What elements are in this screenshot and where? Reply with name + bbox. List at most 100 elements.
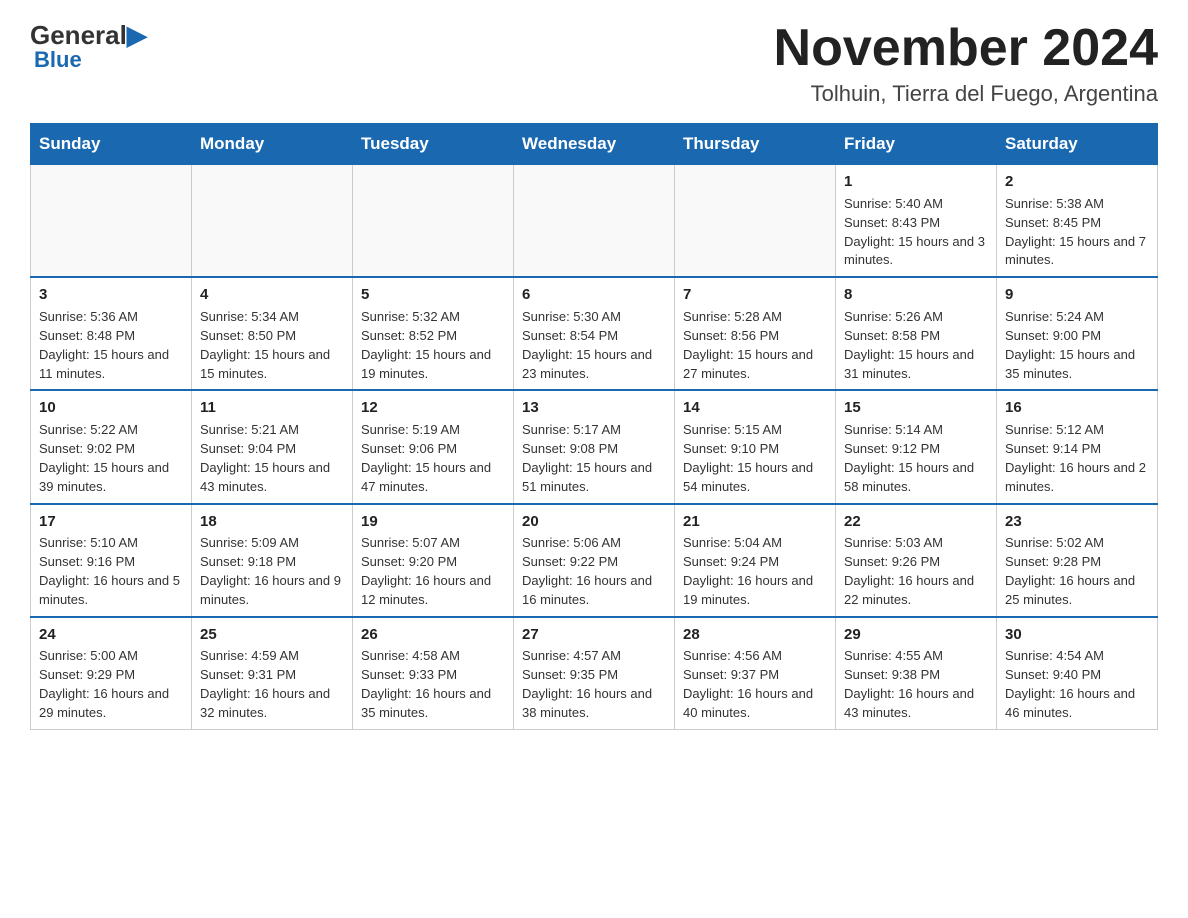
day-info: Sunrise: 5:34 AM (200, 308, 344, 327)
day-info: Sunset: 9:20 PM (361, 553, 505, 572)
day-info: Sunrise: 5:40 AM (844, 195, 988, 214)
calendar-cell: 25Sunrise: 4:59 AMSunset: 9:31 PMDayligh… (192, 617, 353, 730)
calendar-cell: 9Sunrise: 5:24 AMSunset: 9:00 PMDaylight… (997, 277, 1158, 390)
day-info: Daylight: 15 hours and 35 minutes. (1005, 346, 1149, 384)
day-info: Sunrise: 5:22 AM (39, 421, 183, 440)
day-info: Daylight: 15 hours and 23 minutes. (522, 346, 666, 384)
day-info: Sunset: 9:37 PM (683, 666, 827, 685)
day-number: 27 (522, 624, 666, 646)
day-number: 10 (39, 397, 183, 419)
day-info: Daylight: 16 hours and 29 minutes. (39, 685, 183, 723)
day-info: Sunrise: 5:00 AM (39, 647, 183, 666)
calendar-cell: 18Sunrise: 5:09 AMSunset: 9:18 PMDayligh… (192, 504, 353, 617)
day-number: 24 (39, 624, 183, 646)
calendar-cell: 12Sunrise: 5:19 AMSunset: 9:06 PMDayligh… (353, 390, 514, 503)
day-info: Sunset: 9:22 PM (522, 553, 666, 572)
day-number: 7 (683, 284, 827, 306)
day-info: Daylight: 16 hours and 2 minutes. (1005, 459, 1149, 497)
calendar-cell: 11Sunrise: 5:21 AMSunset: 9:04 PMDayligh… (192, 390, 353, 503)
day-info: Sunrise: 5:09 AM (200, 534, 344, 553)
day-number: 3 (39, 284, 183, 306)
day-number: 21 (683, 511, 827, 533)
day-number: 23 (1005, 511, 1149, 533)
day-number: 17 (39, 511, 183, 533)
day-info: Daylight: 15 hours and 3 minutes. (844, 233, 988, 271)
day-info: Sunset: 9:12 PM (844, 440, 988, 459)
logo-blue-text: Blue (34, 47, 82, 73)
calendar-week-row: 1Sunrise: 5:40 AMSunset: 8:43 PMDaylight… (31, 165, 1158, 278)
day-number: 5 (361, 284, 505, 306)
page-header: General ▶ Blue November 2024 Tolhuin, Ti… (30, 20, 1158, 107)
calendar-cell: 1Sunrise: 5:40 AMSunset: 8:43 PMDaylight… (836, 165, 997, 278)
day-number: 6 (522, 284, 666, 306)
day-number: 25 (200, 624, 344, 646)
day-info: Sunrise: 5:10 AM (39, 534, 183, 553)
day-number: 16 (1005, 397, 1149, 419)
calendar-cell (675, 165, 836, 278)
calendar-cell (514, 165, 675, 278)
day-info: Daylight: 16 hours and 16 minutes. (522, 572, 666, 610)
calendar-cell: 2Sunrise: 5:38 AMSunset: 8:45 PMDaylight… (997, 165, 1158, 278)
day-info: Daylight: 15 hours and 47 minutes. (361, 459, 505, 497)
day-info: Sunrise: 4:56 AM (683, 647, 827, 666)
day-number: 18 (200, 511, 344, 533)
calendar-cell: 19Sunrise: 5:07 AMSunset: 9:20 PMDayligh… (353, 504, 514, 617)
day-number: 30 (1005, 624, 1149, 646)
day-number: 22 (844, 511, 988, 533)
calendar-cell: 10Sunrise: 5:22 AMSunset: 9:02 PMDayligh… (31, 390, 192, 503)
day-info: Sunrise: 5:32 AM (361, 308, 505, 327)
day-info: Sunset: 9:02 PM (39, 440, 183, 459)
day-info: Daylight: 16 hours and 9 minutes. (200, 572, 344, 610)
day-info: Daylight: 15 hours and 54 minutes. (683, 459, 827, 497)
day-number: 14 (683, 397, 827, 419)
day-info: Sunrise: 4:59 AM (200, 647, 344, 666)
day-info: Sunrise: 5:30 AM (522, 308, 666, 327)
day-number: 11 (200, 397, 344, 419)
day-info: Sunset: 9:16 PM (39, 553, 183, 572)
day-info: Sunset: 9:31 PM (200, 666, 344, 685)
calendar-table: SundayMondayTuesdayWednesdayThursdayFrid… (30, 123, 1158, 730)
calendar-cell: 28Sunrise: 4:56 AMSunset: 9:37 PMDayligh… (675, 617, 836, 730)
day-info: Sunset: 8:58 PM (844, 327, 988, 346)
day-number: 8 (844, 284, 988, 306)
day-info: Daylight: 16 hours and 22 minutes. (844, 572, 988, 610)
weekday-header-wednesday: Wednesday (514, 124, 675, 165)
day-info: Sunrise: 5:02 AM (1005, 534, 1149, 553)
day-info: Sunset: 9:10 PM (683, 440, 827, 459)
calendar-cell: 15Sunrise: 5:14 AMSunset: 9:12 PMDayligh… (836, 390, 997, 503)
day-info: Sunrise: 4:58 AM (361, 647, 505, 666)
day-info: Sunrise: 4:54 AM (1005, 647, 1149, 666)
day-number: 12 (361, 397, 505, 419)
day-info: Sunrise: 5:19 AM (361, 421, 505, 440)
day-number: 2 (1005, 171, 1149, 193)
location-title: Tolhuin, Tierra del Fuego, Argentina (774, 81, 1158, 107)
day-info: Daylight: 15 hours and 27 minutes. (683, 346, 827, 384)
month-title: November 2024 (774, 20, 1158, 77)
calendar-week-row: 24Sunrise: 5:00 AMSunset: 9:29 PMDayligh… (31, 617, 1158, 730)
day-info: Sunrise: 5:26 AM (844, 308, 988, 327)
calendar-cell: 21Sunrise: 5:04 AMSunset: 9:24 PMDayligh… (675, 504, 836, 617)
day-info: Daylight: 16 hours and 43 minutes. (844, 685, 988, 723)
day-info: Daylight: 16 hours and 12 minutes. (361, 572, 505, 610)
day-info: Sunrise: 5:12 AM (1005, 421, 1149, 440)
day-info: Daylight: 15 hours and 7 minutes. (1005, 233, 1149, 271)
day-info: Sunset: 9:28 PM (1005, 553, 1149, 572)
calendar-cell: 29Sunrise: 4:55 AMSunset: 9:38 PMDayligh… (836, 617, 997, 730)
weekday-header-thursday: Thursday (675, 124, 836, 165)
day-info: Sunset: 8:43 PM (844, 214, 988, 233)
day-info: Daylight: 16 hours and 40 minutes. (683, 685, 827, 723)
calendar-cell: 4Sunrise: 5:34 AMSunset: 8:50 PMDaylight… (192, 277, 353, 390)
day-number: 13 (522, 397, 666, 419)
calendar-cell (192, 165, 353, 278)
day-number: 9 (1005, 284, 1149, 306)
day-info: Daylight: 16 hours and 35 minutes. (361, 685, 505, 723)
day-info: Daylight: 15 hours and 43 minutes. (200, 459, 344, 497)
day-info: Daylight: 15 hours and 31 minutes. (844, 346, 988, 384)
calendar-cell: 23Sunrise: 5:02 AMSunset: 9:28 PMDayligh… (997, 504, 1158, 617)
day-info: Sunset: 9:04 PM (200, 440, 344, 459)
day-info: Daylight: 15 hours and 15 minutes. (200, 346, 344, 384)
day-number: 4 (200, 284, 344, 306)
calendar-cell: 17Sunrise: 5:10 AMSunset: 9:16 PMDayligh… (31, 504, 192, 617)
day-number: 26 (361, 624, 505, 646)
weekday-header-tuesday: Tuesday (353, 124, 514, 165)
